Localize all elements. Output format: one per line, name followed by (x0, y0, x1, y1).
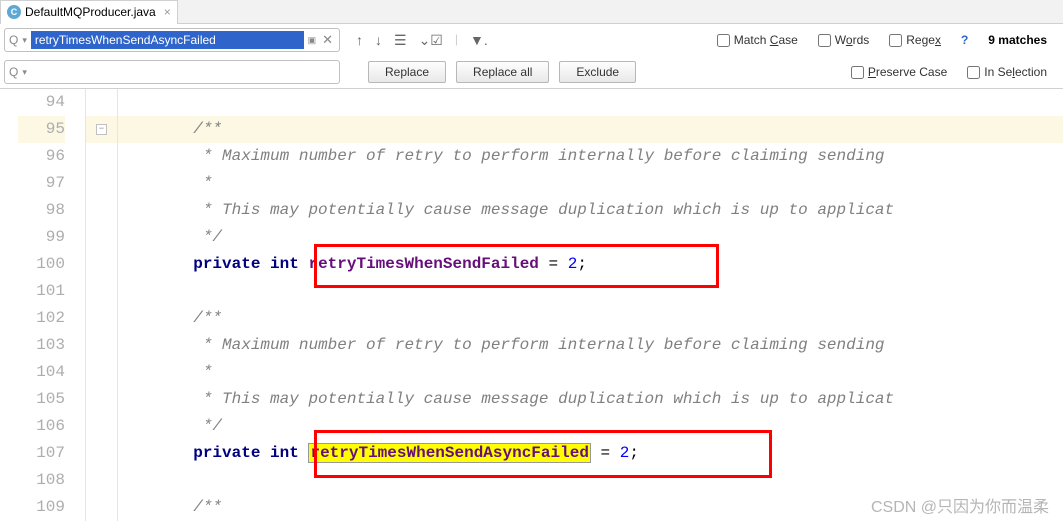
line-number: 102 (18, 305, 65, 332)
code-line[interactable]: private int retryTimesWhenSendFailed = 2… (118, 251, 1063, 278)
code-content[interactable]: /** * Maximum number of retry to perform… (118, 89, 1063, 521)
line-number: 105 (18, 386, 65, 413)
line-number: 103 (18, 332, 65, 359)
words-checkbox[interactable]: Words (818, 33, 869, 47)
replace-icon: Q (9, 65, 18, 79)
next-match-icon[interactable]: ↓ (375, 32, 382, 49)
line-number: 96 (18, 143, 65, 170)
code-line[interactable]: * This may potentially cause message dup… (118, 386, 1063, 413)
line-number: 108 (18, 467, 65, 494)
replace-buttons: Replace Replace all Exclude (368, 61, 636, 83)
search-icon: Q (9, 33, 18, 47)
line-number: 94 (18, 89, 65, 116)
find-row: Q ▾ ▣ ✕ ↑ ↓ ☰ ⌄☑ | ▼. Match Case Words (0, 24, 1063, 56)
match-count: 9 matches (988, 33, 1047, 47)
line-number: 104 (18, 359, 65, 386)
code-line[interactable]: * Maximum number of retry to perform int… (118, 332, 1063, 359)
code-line[interactable]: /** (118, 116, 1063, 143)
search-options-dropdown[interactable]: ▣ (308, 35, 317, 46)
clear-search-icon[interactable]: ✕ (320, 32, 335, 48)
line-number: 99 (18, 224, 65, 251)
help-icon[interactable]: ? (961, 33, 968, 47)
code-line[interactable]: /** (118, 305, 1063, 332)
line-number: 100 (18, 251, 65, 278)
tab-filename: DefaultMQProducer.java (25, 5, 156, 19)
line-number: 97 (18, 170, 65, 197)
code-line[interactable] (118, 467, 1063, 494)
line-number: 107 (18, 440, 65, 467)
filter-icon[interactable]: ▼. (470, 32, 488, 49)
line-number: 109 (18, 494, 65, 521)
code-line[interactable]: * (118, 170, 1063, 197)
code-line[interactable]: * This may potentially cause message dup… (118, 197, 1063, 224)
tab-bar: C DefaultMQProducer.java × (0, 0, 1063, 24)
line-number: 101 (18, 278, 65, 305)
code-line[interactable]: private int retryTimesWhenSendAsyncFaile… (118, 440, 1063, 467)
preserve-case-checkbox[interactable]: Preserve Case (851, 65, 947, 79)
replace-button[interactable]: Replace (368, 61, 446, 83)
exclude-button[interactable]: Exclude (559, 61, 636, 83)
prev-match-icon[interactable]: ↑ (356, 32, 363, 49)
editor-tab[interactable]: C DefaultMQProducer.java × (0, 0, 178, 24)
close-tab-icon[interactable]: × (164, 5, 171, 19)
class-file-icon: C (7, 5, 21, 19)
line-number: 98 (18, 197, 65, 224)
search-input[interactable] (31, 31, 304, 49)
code-line[interactable] (118, 278, 1063, 305)
search-options: Match Case Words Regex ? 9 matches (717, 33, 1059, 47)
fold-gutter: − (86, 89, 118, 521)
editor[interactable]: 94 95 96 97 98 99 100 101 102 103 104 10… (0, 89, 1063, 521)
replace-row: Q ▾ Replace Replace all Exclude Preserve… (0, 56, 1063, 88)
replace-options: Preserve Case In Selection (851, 65, 1059, 79)
line-number-gutter: 94 95 96 97 98 99 100 101 102 103 104 10… (18, 89, 86, 521)
in-selection-checkbox[interactable]: In Selection (967, 65, 1047, 79)
code-line[interactable]: * (118, 359, 1063, 386)
select-all-icon[interactable]: ☰ (394, 32, 407, 49)
add-selection-icon[interactable]: ⌄☑ (419, 32, 443, 49)
search-box[interactable]: Q ▾ ▣ ✕ (4, 28, 340, 52)
code-line[interactable] (118, 89, 1063, 116)
match-case-checkbox[interactable]: Match Case (717, 33, 798, 47)
code-line[interactable]: */ (118, 224, 1063, 251)
watermark: CSDN @只因为你而温柔 (871, 493, 1049, 517)
replace-input[interactable] (31, 63, 335, 81)
left-margin (0, 89, 18, 521)
find-replace-panel: Q ▾ ▣ ✕ ↑ ↓ ☰ ⌄☑ | ▼. Match Case Words (0, 24, 1063, 89)
code-line[interactable]: * Maximum number of retry to perform int… (118, 143, 1063, 170)
replace-all-button[interactable]: Replace all (456, 61, 549, 83)
regex-checkbox[interactable]: Regex (889, 33, 941, 47)
line-number: 95 (18, 116, 65, 143)
code-line[interactable]: */ (118, 413, 1063, 440)
nav-buttons: ↑ ↓ ☰ ⌄☑ | ▼. (348, 32, 496, 49)
replace-box[interactable]: Q ▾ (4, 60, 340, 84)
search-match-highlight: retryTimesWhenSendAsyncFailed (308, 443, 590, 463)
fold-icon[interactable]: − (96, 124, 107, 135)
replace-history-dropdown[interactable]: ▾ (22, 67, 27, 78)
search-history-dropdown[interactable]: ▾ (22, 35, 27, 46)
line-number: 106 (18, 413, 65, 440)
